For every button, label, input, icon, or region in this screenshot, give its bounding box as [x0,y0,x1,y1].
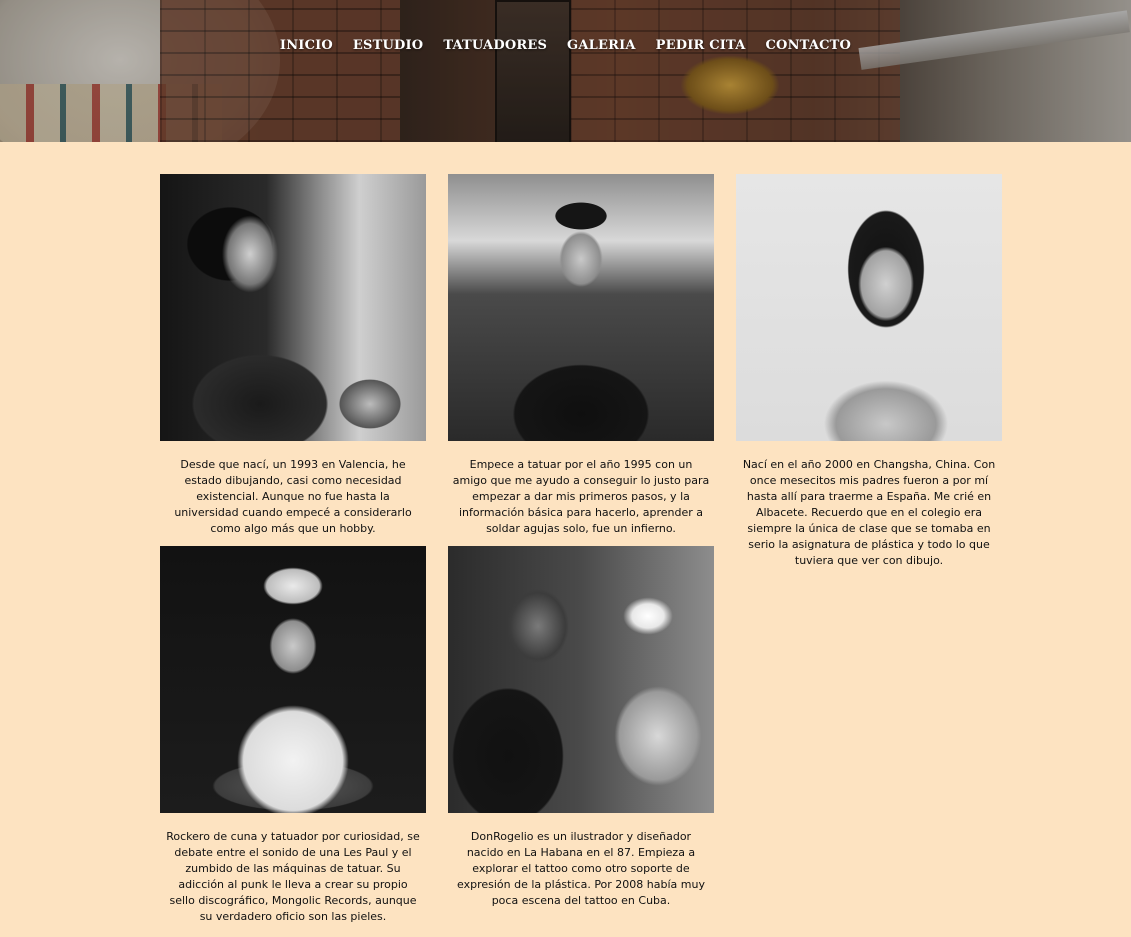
artist-card: Nací en el año 2000 en Changsha, China. … [736,174,1002,580]
main-nav: INICIO ESTUDIO TATUADORES GALERIA PEDIR … [0,36,1131,56]
artist-card: DonRogelio es un ilustrador y diseñador … [448,546,714,920]
artist-card: Empece a tatuar por el año 1995 con un a… [448,174,714,548]
nav-link-inicio[interactable]: INICIO [280,36,333,56]
artist-card: Desde que nací, un 1993 en Valencia, he … [160,174,426,548]
artist-bio: Desde que nací, un 1993 en Valencia, he … [174,458,412,535]
artist-bio: Empece a tatuar por el año 1995 con un a… [452,458,710,535]
artist-bio: DonRogelio es un ilustrador y diseñador … [457,830,705,907]
artist-photo [448,546,714,813]
artist-photo [736,174,1002,441]
artist-card: Rockero de cuna y tatuador por curiosida… [160,546,426,936]
nav-link-pedir-cita[interactable]: PEDIR CITA [656,36,746,56]
artist-bio: Rockero de cuna y tatuador por curiosida… [166,830,420,923]
nav-link-tatuadores[interactable]: TATUADORES [443,36,547,56]
nav-link-estudio[interactable]: ESTUDIO [353,36,423,56]
hero-header: INICIO ESTUDIO TATUADORES GALERIA PEDIR … [0,0,1131,142]
artist-photo [448,174,714,441]
artist-photo [160,174,426,441]
nav-link-galeria[interactable]: GALERIA [567,36,636,56]
artist-bio: Nací en el año 2000 en Changsha, China. … [742,458,996,567]
nav-link-contacto[interactable]: CONTACTO [766,36,852,56]
artist-photo [160,546,426,813]
